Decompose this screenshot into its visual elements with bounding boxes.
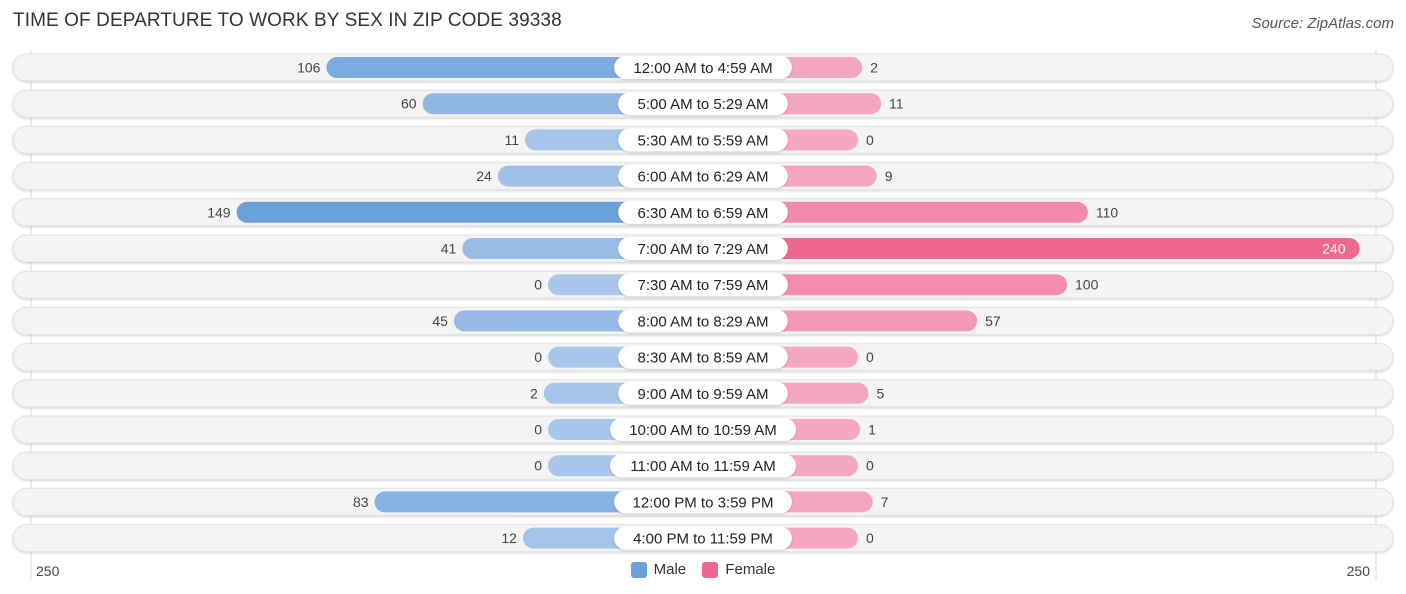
category-label: 8:30 AM to 8:59 AM (638, 350, 769, 367)
female-value-label: 110 (1096, 204, 1119, 220)
category-label: 5:30 AM to 5:59 AM (638, 132, 769, 149)
female-value-label: 5 (876, 385, 884, 401)
chart-area: 106 2 12:00 AM to 4:59 AM 60 11 5:00 AM to 5:… (12, 50, 1394, 580)
category-label: 6:00 AM to 6:29 AM (638, 169, 769, 186)
legend-male-label: Male (653, 561, 687, 578)
legend-female-label: Female (725, 561, 776, 578)
table-row: 83 7 12:00 PM to 3:59 PM (12, 487, 1394, 516)
category-label: 7:30 AM to 7:59 AM (638, 277, 769, 294)
category-label: 11:00 AM to 11:59 AM (630, 458, 775, 475)
category-label: 4:00 PM to 11:59 PM (633, 531, 773, 548)
male-value-label: 0 (534, 349, 542, 365)
male-value-label: 12 (501, 530, 517, 546)
table-row: 11 0 5:30 AM to 5:59 AM (12, 125, 1394, 154)
table-row: 0 100 7:30 AM to 7:59 AM (12, 270, 1394, 299)
female-value-label: 100 (1075, 277, 1099, 293)
female-value-label: 0 (866, 132, 874, 148)
female-value-label: 0 (866, 458, 874, 474)
table-row: 149 110 6:30 AM to 6:59 AM (12, 198, 1394, 227)
male-value-label: 106 (297, 60, 321, 76)
male-value-label: 149 (207, 204, 231, 220)
male-value-label: 45 (432, 313, 448, 329)
female-value-label: 1 (868, 422, 876, 438)
category-label: 6:30 AM to 6:59 AM (638, 205, 769, 222)
table-row: 2 5 9:00 AM to 9:59 AM (12, 379, 1394, 408)
female-value-label: 57 (985, 313, 1001, 329)
legend-item-female[interactable]: Female (702, 561, 775, 578)
legend-item-male[interactable]: Male (630, 561, 687, 578)
female-value-label: 0 (866, 349, 874, 365)
female-value-label: 9 (885, 168, 893, 184)
male-value-label: 0 (534, 277, 542, 293)
table-row: 0 1 10:00 AM to 10:59 AM (12, 415, 1394, 444)
table-row: 24 9 6:00 AM to 6:29 AM (12, 162, 1394, 191)
category-label: 10:00 AM to 10:59 AM (629, 422, 777, 439)
male-value-label: 0 (534, 458, 542, 474)
table-row: 60 11 5:00 AM to 5:29 AM (12, 89, 1394, 118)
table-row: 41 240 7:00 AM to 7:29 AM (12, 234, 1394, 263)
female-value-label: 11 (889, 96, 904, 112)
male-value-label: 0 (534, 422, 542, 438)
female-value-label: 240 (1322, 241, 1346, 257)
category-label: 12:00 PM to 3:59 PM (633, 494, 774, 511)
table-row: 12 0 4:00 PM to 11:59 PM (12, 524, 1394, 553)
category-label: 9:00 AM to 9:59 AM (638, 386, 769, 403)
category-label: 7:00 AM to 7:29 AM (638, 241, 769, 258)
male-swatch (630, 561, 647, 578)
male-value-label: 11 (504, 132, 519, 148)
table-row: 106 2 12:00 AM to 4:59 AM (12, 53, 1394, 82)
female-bar (703, 238, 1360, 259)
female-value-label: 2 (870, 60, 878, 76)
female-value-label: 0 (866, 530, 874, 546)
female-swatch (702, 561, 719, 578)
male-value-label: 41 (441, 241, 457, 257)
table-row: 0 0 11:00 AM to 11:59 AM (12, 451, 1394, 480)
legend: Male Female (0, 561, 1406, 582)
table-row: 45 57 8:00 AM to 8:29 AM (12, 306, 1394, 335)
category-label: 5:00 AM to 5:29 AM (638, 96, 769, 113)
male-value-label: 24 (476, 168, 492, 184)
category-label: 8:00 AM to 8:29 AM (638, 313, 769, 330)
male-value-label: 83 (353, 494, 369, 510)
male-value-label: 2 (530, 385, 538, 401)
female-value-label: 7 (881, 494, 889, 510)
table-row: 0 0 8:30 AM to 8:59 AM (12, 343, 1394, 372)
category-label: 12:00 AM to 4:59 AM (633, 60, 772, 77)
male-value-label: 60 (401, 96, 417, 112)
